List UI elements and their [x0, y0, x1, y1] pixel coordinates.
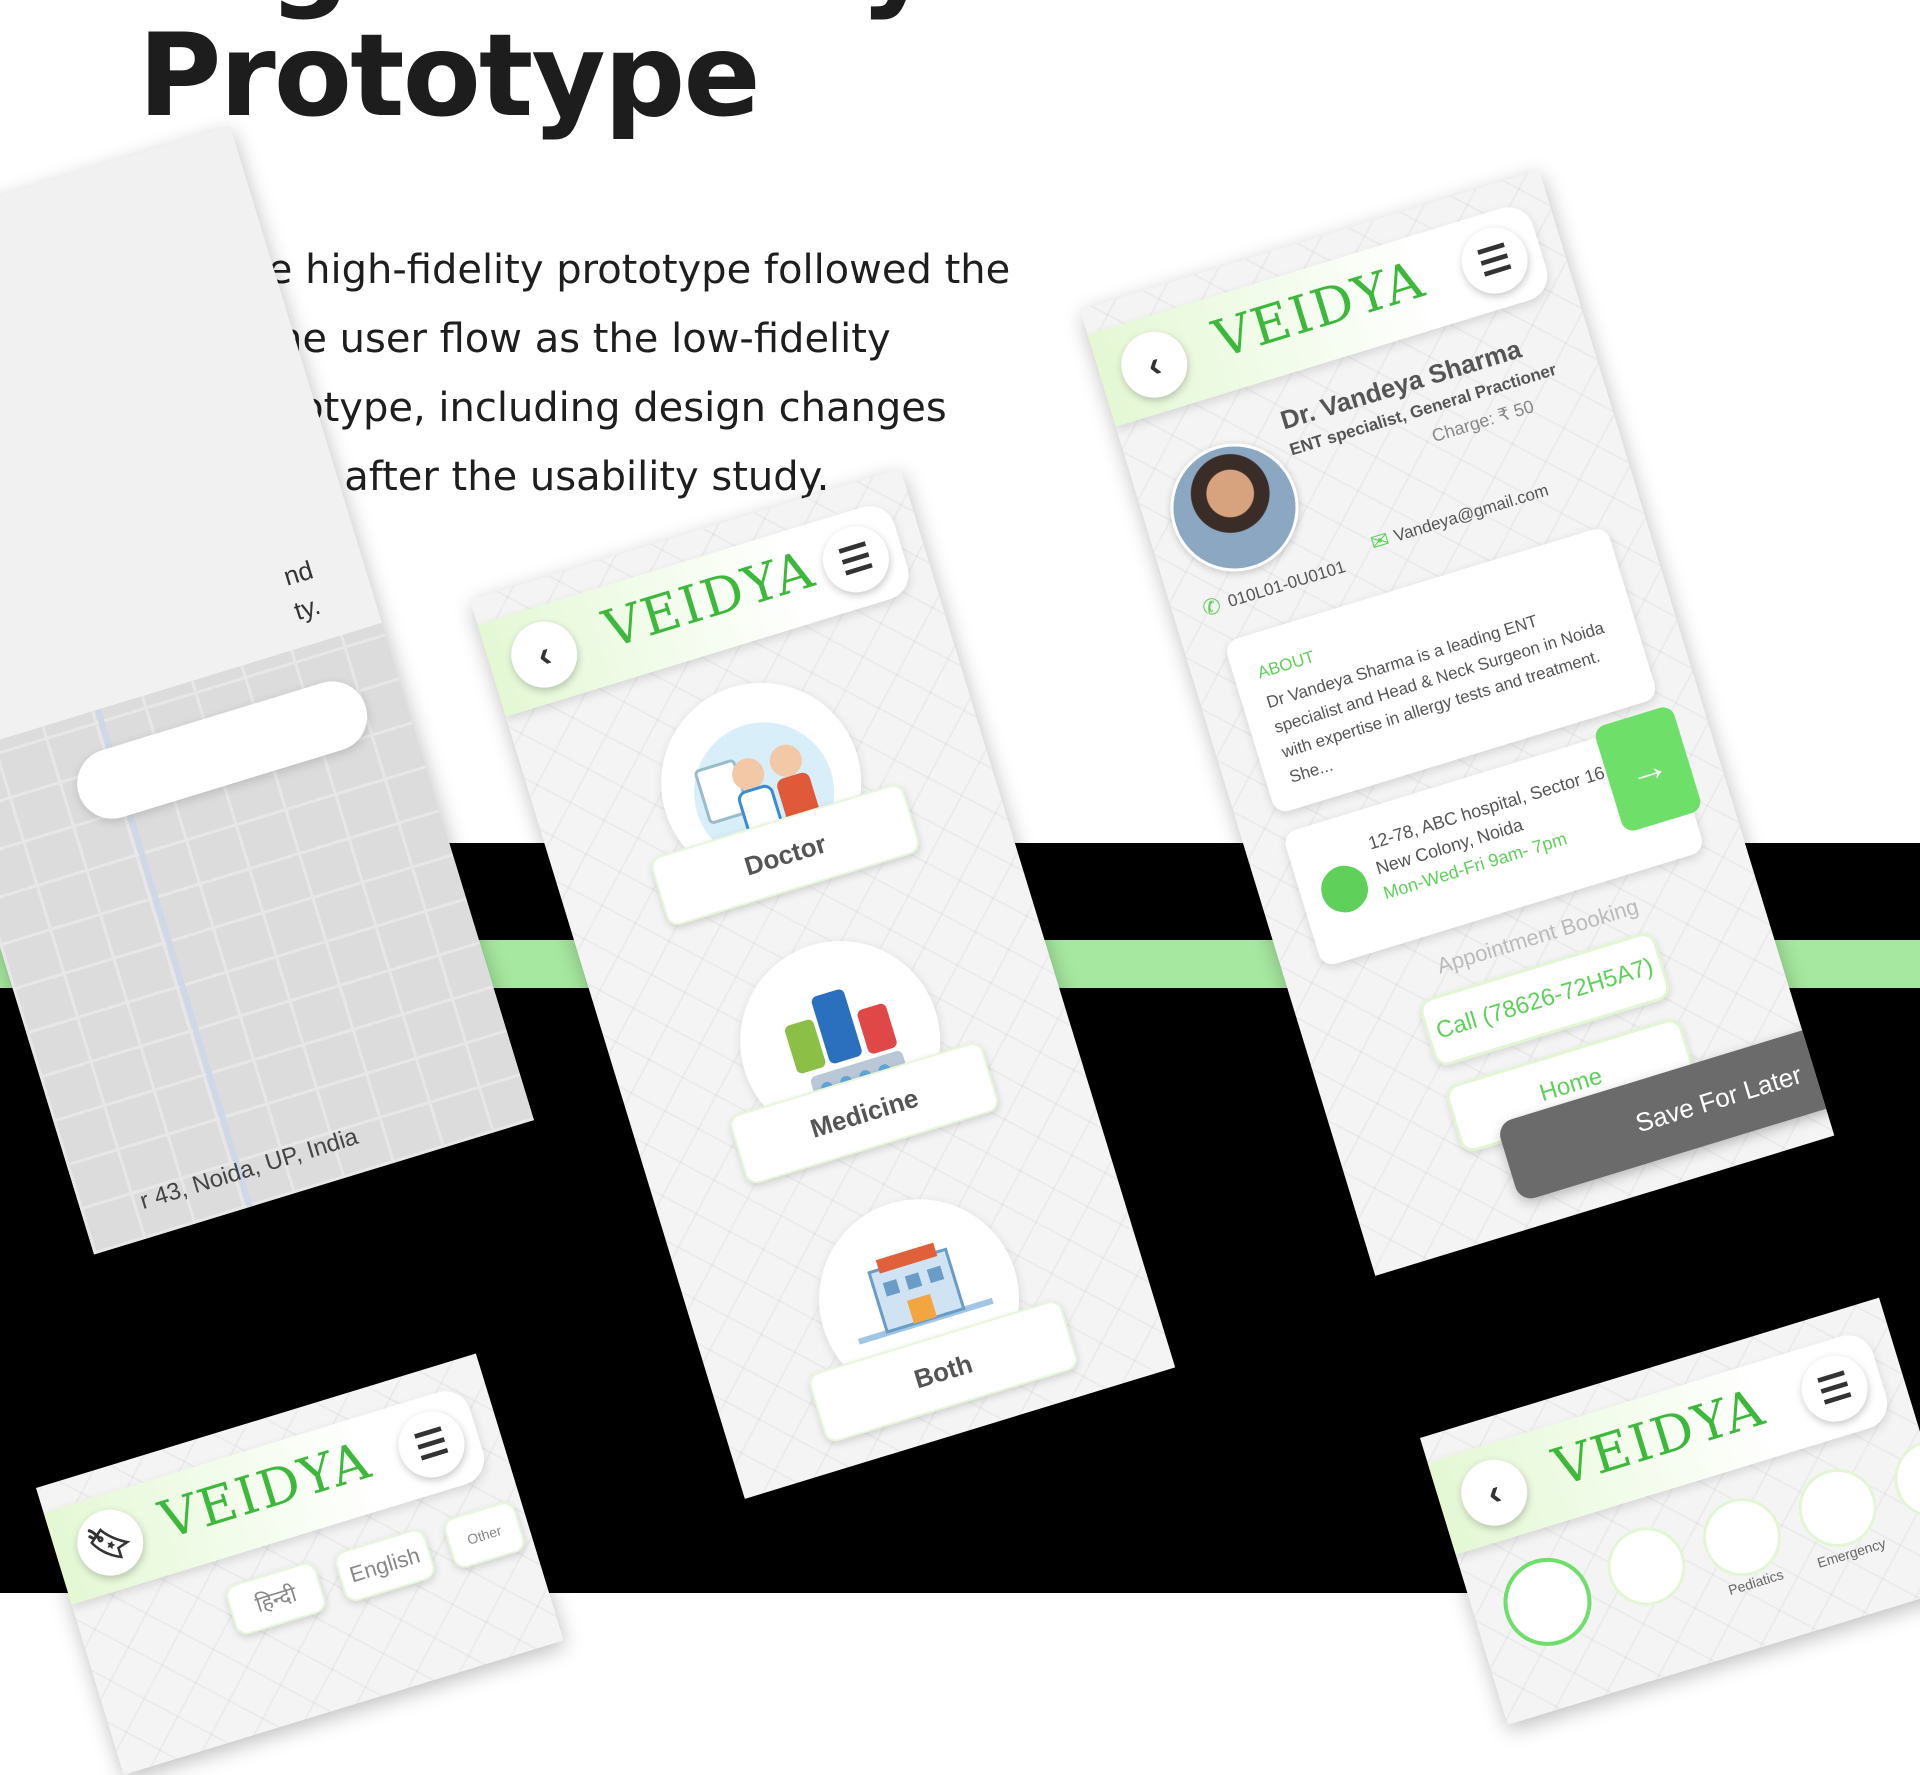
chevron-left-icon: ‹: [1482, 1470, 1506, 1514]
heading-line-2: Prototype: [138, 8, 761, 142]
menu-button[interactable]: ☰: [390, 1403, 473, 1486]
app-bar: ‹ VEIDYA ☰: [477, 499, 915, 717]
location-pin-icon: ⬤: [1311, 852, 1376, 918]
app-logo: VEIDYA: [596, 539, 823, 661]
language-english-label: English: [346, 1542, 423, 1588]
text-fragment-2: ty.: [290, 589, 324, 627]
arrow-right-icon: →: [1622, 741, 1674, 796]
category-circle-selected[interactable]: [1492, 1546, 1603, 1657]
back-button[interactable]: ‹: [503, 613, 586, 696]
phone-icon: ✆: [1199, 592, 1225, 622]
doctor-email: Vandeya@gmail.com: [1391, 480, 1551, 546]
chevron-left-icon: ‹: [532, 632, 556, 676]
doctor-option-label: Doctor: [740, 827, 830, 882]
language-hindi[interactable]: हिन्दी: [223, 1560, 329, 1638]
language-hindi-label: हिन्दी: [252, 1581, 300, 1618]
category-pediatrics[interactable]: Pediatics: [1693, 1488, 1795, 1601]
bookmark-icon: 🔖︎: [82, 1515, 138, 1569]
hamburger-menu-icon: ☰: [409, 1419, 453, 1469]
page-description: The high-fidelity prototype followed the…: [218, 247, 1011, 500]
mail-icon: ✉: [1367, 526, 1393, 556]
hamburger-menu-icon: ☰: [1473, 235, 1516, 285]
address-block: 12-78, ABC hospital, Sector 16 New Colon…: [1365, 760, 1623, 907]
page-heading: High Fidelity Prototype: [138, 0, 934, 135]
chevron-left-icon: ‹: [1142, 342, 1166, 386]
medicine-option-label: Medicine: [806, 1082, 922, 1144]
other-icon: [1884, 1429, 1920, 1528]
language-other[interactable]: Other: [441, 1499, 528, 1571]
back-button[interactable]: ‹: [1453, 1451, 1536, 1534]
doctor-email-row[interactable]: ✉ Vandeya@gmail.com: [1367, 478, 1552, 557]
hamburger-menu-icon: ☰: [1813, 1363, 1856, 1413]
menu-button[interactable]: ☰: [1793, 1347, 1876, 1430]
both-option-label: Both: [910, 1347, 976, 1394]
category-emergency[interactable]: Emergency: [1788, 1459, 1891, 1572]
app-logo: VEIDYA: [152, 1430, 379, 1552]
map-text-fragment: nd ty.: [279, 552, 328, 629]
language-other-label: Other: [465, 1522, 504, 1548]
app-logo: VEIDYA: [1546, 1377, 1773, 1499]
bookmark-button[interactable]: 🔖︎: [69, 1501, 152, 1584]
language-english[interactable]: English: [332, 1526, 438, 1604]
category-circle[interactable]: [1597, 1517, 1696, 1616]
back-button[interactable]: ‹: [1113, 323, 1196, 406]
menu-button[interactable]: ☰: [1453, 219, 1536, 302]
category-other[interactable]: Ot: [1884, 1429, 1920, 1543]
menu-button[interactable]: ☰: [814, 518, 898, 601]
app-logo: VEIDYA: [1206, 249, 1433, 371]
hamburger-menu-icon: ☰: [834, 534, 878, 584]
